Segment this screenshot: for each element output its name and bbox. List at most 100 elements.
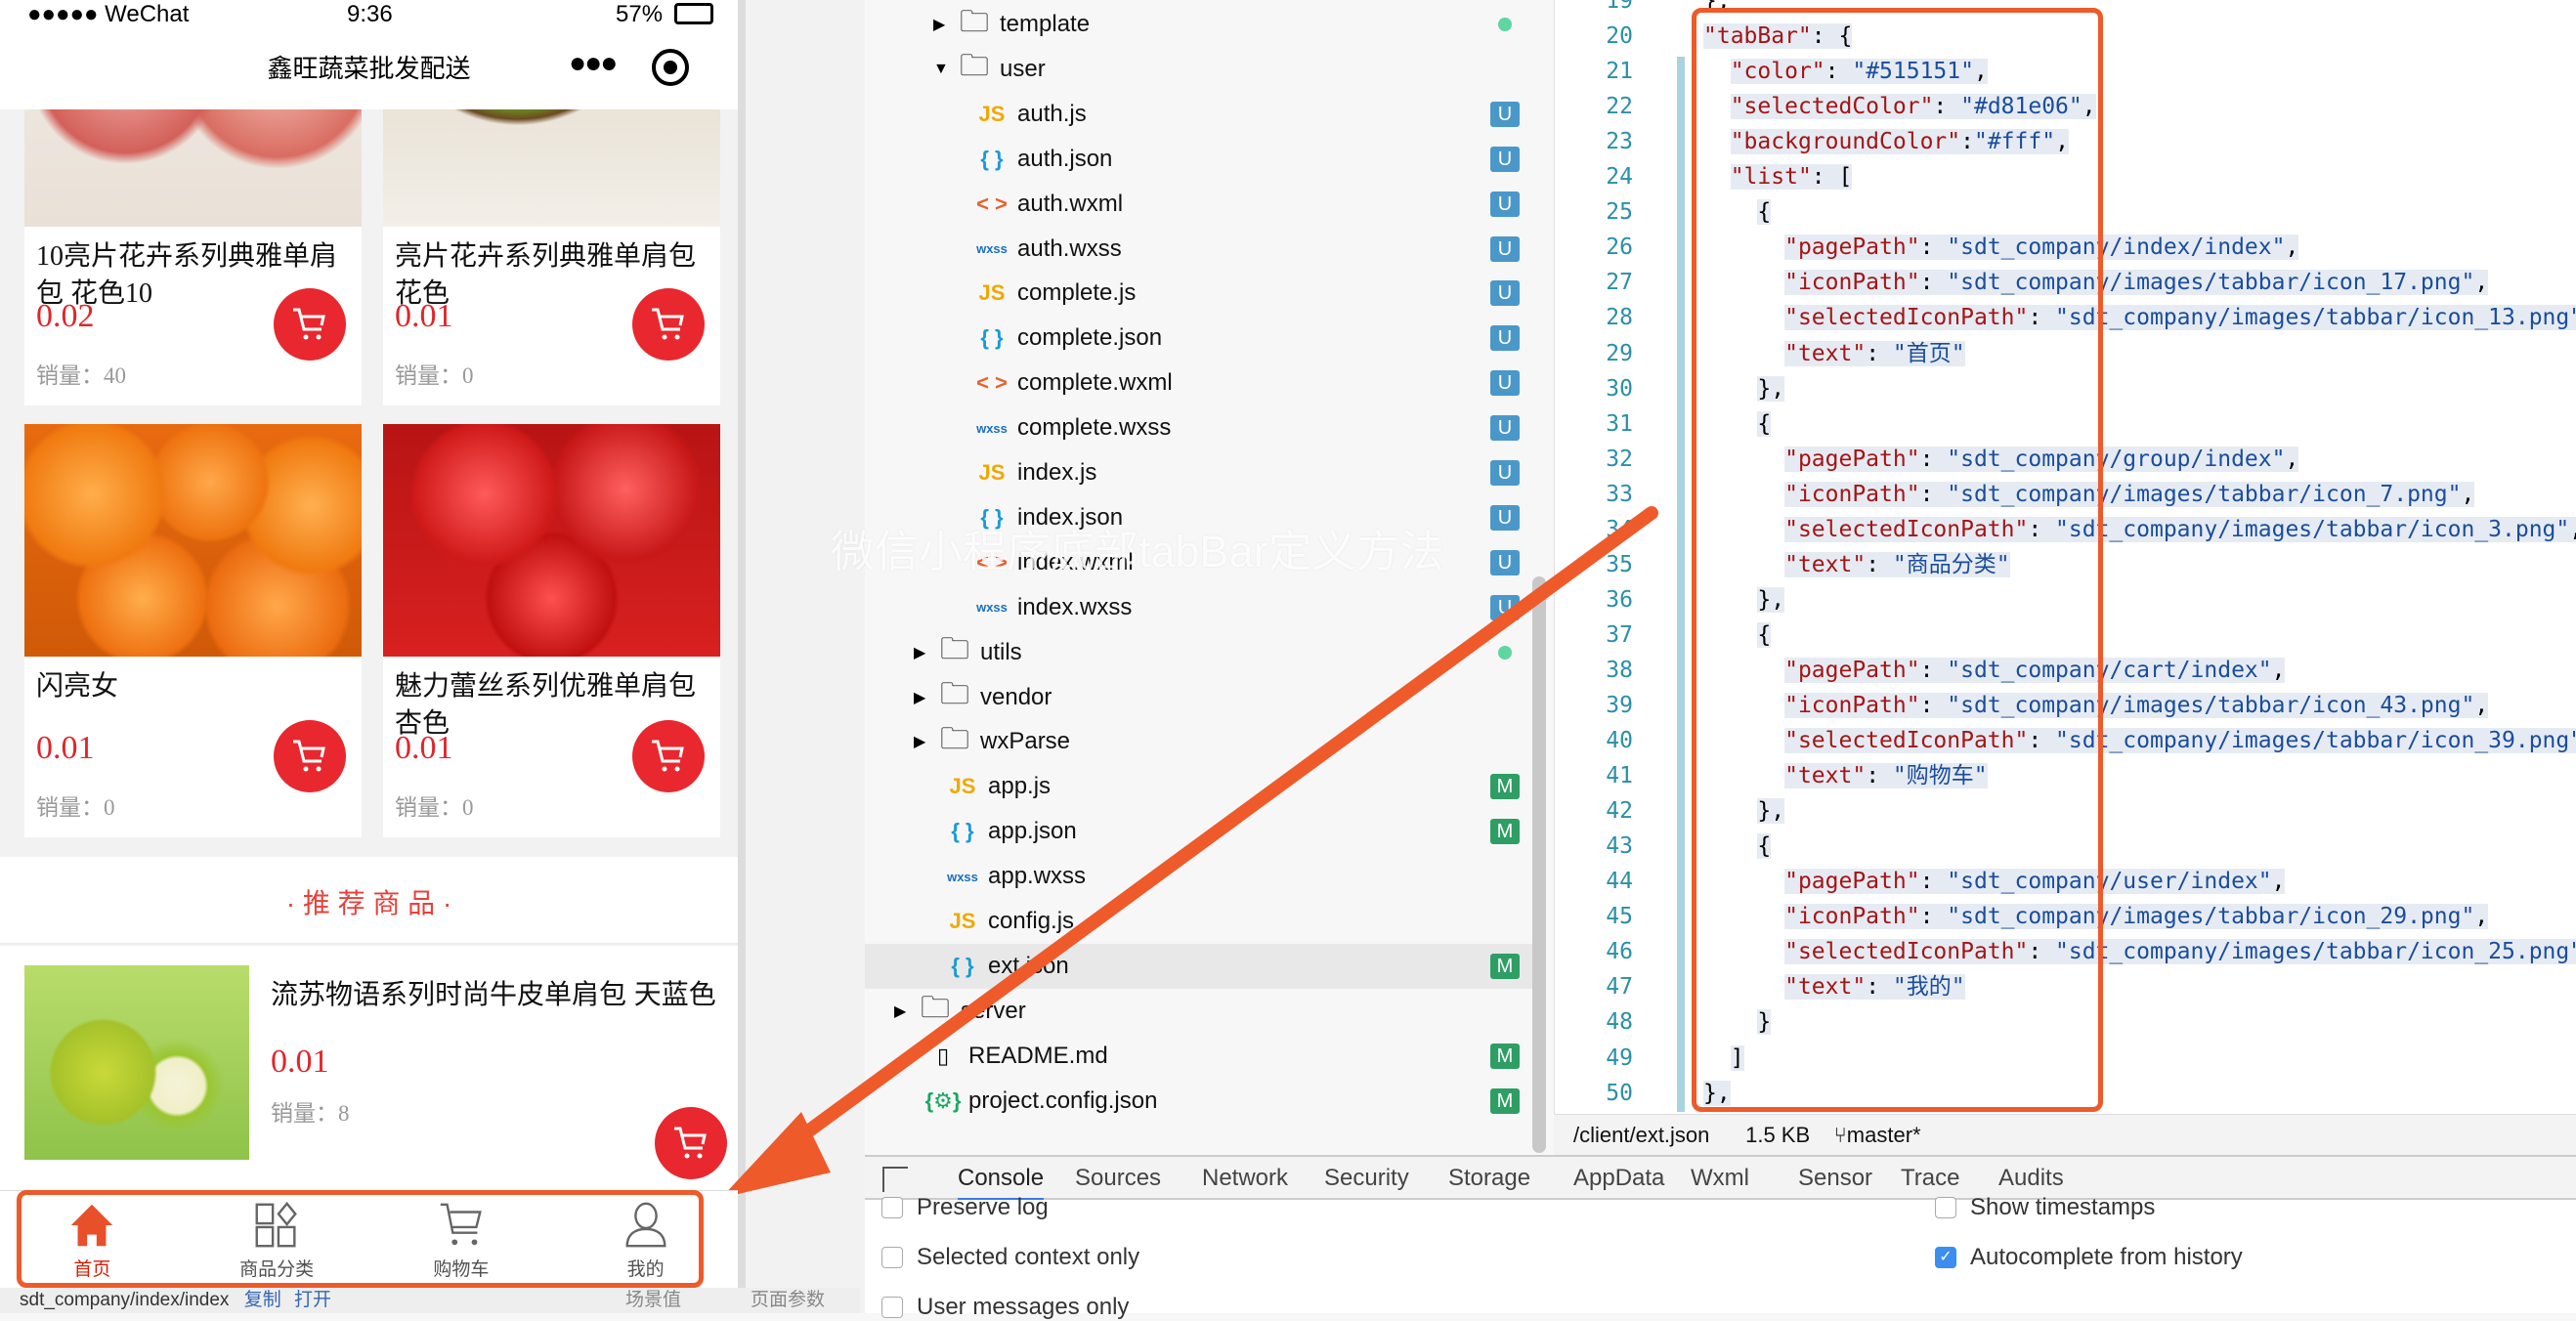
- code-text: },: [1703, 1080, 1731, 1106]
- git-branch[interactable]: master*: [1847, 1123, 1921, 1147]
- devtools-tab-sources[interactable]: Sources: [1075, 1165, 1161, 1192]
- devtools-tab-trace[interactable]: Trace: [1901, 1165, 1959, 1192]
- tree-item[interactable]: wxss index.wxss U: [865, 585, 1539, 630]
- tree-item[interactable]: ▶ 🗀 vendor: [865, 675, 1539, 720]
- capsule-target-icon[interactable]: [652, 49, 689, 86]
- devtools-tab-audits[interactable]: Audits: [1998, 1165, 2064, 1192]
- tree-item[interactable]: { } complete.json U: [865, 316, 1539, 361]
- open-link[interactable]: 打开: [294, 1290, 331, 1310]
- page-path-bar: sdt_company/index/index 复制 打开 场景值 页面参数: [0, 1288, 860, 1313]
- tree-item[interactable]: wxss app.wxss: [865, 854, 1539, 899]
- console-option[interactable]: ✓ Autocomplete from history: [1935, 1244, 2243, 1271]
- code-text: },: [1757, 375, 1785, 402]
- add-to-cart-button[interactable]: [632, 288, 705, 361]
- tree-item[interactable]: ▶ 🗀 server: [865, 989, 1539, 1034]
- tab-user[interactable]: 我的: [553, 1191, 738, 1288]
- tree-item[interactable]: JS complete.js U: [865, 271, 1539, 316]
- product-card[interactable]: 魅力蕾丝系列优雅单肩包杏色 0.01 销量：0: [383, 424, 720, 837]
- tree-item[interactable]: ▶ 🗀 template: [865, 2, 1539, 47]
- console-option[interactable]: Preserve log: [881, 1194, 1049, 1221]
- caret-right-icon[interactable]: ▶: [914, 688, 925, 707]
- file-tree-scrollbar[interactable]: [1532, 576, 1546, 1153]
- devtools-tab-wxml[interactable]: Wxml: [1691, 1165, 1749, 1192]
- product-image-strawberries: [383, 424, 720, 657]
- line-number: 20: [1606, 23, 1633, 50]
- code-text: "text": "购物车": [1784, 763, 1988, 789]
- checkbox[interactable]: [881, 1247, 903, 1268]
- console-option[interactable]: Selected context only: [881, 1244, 1139, 1271]
- tree-item[interactable]: {⚙} project.config.json M: [865, 1079, 1539, 1124]
- json-file-icon: { }: [951, 819, 974, 844]
- line-number: 37: [1606, 621, 1633, 648]
- tree-item[interactable]: JS app.js M: [865, 764, 1539, 809]
- tab-home[interactable]: 首页: [0, 1191, 185, 1288]
- code-line: 22 "selectedColor": "#d81e06",: [1555, 89, 2576, 124]
- add-to-cart-button[interactable]: [632, 720, 705, 792]
- file-name: ext.json: [988, 952, 1069, 979]
- page-params-button[interactable]: 页面参数: [751, 1288, 825, 1313]
- js-file-icon: JS: [978, 460, 1006, 485]
- code-text: "color": "#515151",: [1730, 59, 1988, 85]
- tree-item[interactable]: { } ext.json M: [865, 943, 1539, 989]
- checkbox[interactable]: ✓: [1935, 1247, 1956, 1268]
- tree-item[interactable]: < > index.wxml U: [865, 540, 1539, 585]
- caret-right-icon[interactable]: ▶: [933, 15, 945, 34]
- checkbox[interactable]: [881, 1297, 903, 1318]
- git-status-badge: U: [1490, 415, 1520, 442]
- console-option[interactable]: Show timestamps: [1935, 1194, 2155, 1221]
- tab-category[interactable]: 商品分类: [185, 1191, 369, 1288]
- add-to-cart-button[interactable]: [274, 288, 346, 361]
- tree-item[interactable]: ▼ 🗀 user: [865, 47, 1539, 92]
- tree-item[interactable]: < > complete.wxml U: [865, 361, 1539, 405]
- panel-divider[interactable]: [738, 0, 865, 1313]
- tab-label: 首页: [73, 1259, 111, 1280]
- file-name: app.json: [988, 818, 1077, 845]
- caret-right-icon[interactable]: ▶: [914, 732, 925, 751]
- caret-right-icon[interactable]: ▶: [914, 643, 925, 662]
- tree-item[interactable]: wxss complete.wxss U: [865, 405, 1539, 450]
- tree-item[interactable]: ▶ 🗀 utils: [865, 630, 1539, 675]
- inspect-element-icon[interactable]: [882, 1167, 908, 1192]
- tree-item[interactable]: < > auth.wxml U: [865, 182, 1539, 227]
- caret-right-icon[interactable]: ▶: [894, 1001, 906, 1021]
- code-text: "pagePath": "sdt_company/group/index",: [1784, 446, 2299, 472]
- tree-item[interactable]: JS auth.js U: [865, 92, 1539, 137]
- add-to-cart-button[interactable]: [274, 720, 346, 792]
- recommend-item[interactable]: 流苏物语系列时尚牛皮单肩包 天蓝色 0.01 销量：8: [0, 946, 738, 1190]
- console-option[interactable]: User messages only: [881, 1294, 1129, 1321]
- tree-item[interactable]: { } auth.json U: [865, 137, 1539, 182]
- folder-icon: 🗀: [960, 5, 989, 38]
- tree-item[interactable]: { } index.json U: [865, 495, 1539, 540]
- tree-item[interactable]: JS index.js U: [865, 450, 1539, 495]
- line-number: 33: [1606, 481, 1633, 507]
- code-editor[interactable]: 19}, 20 "tabBar": {21 "color": "#515151", 2…: [1554, 0, 2576, 1114]
- devtools-tab-security[interactable]: Security: [1324, 1165, 1409, 1192]
- checkbox[interactable]: [1935, 1197, 1956, 1218]
- devtools-tab-sensor[interactable]: Sensor: [1798, 1165, 1872, 1192]
- user-icon: [625, 1202, 666, 1248]
- section-header: · 推 荐 商 品 ·: [0, 857, 738, 945]
- tree-item[interactable]: ▶ 🗀 wxParse: [865, 719, 1539, 764]
- checkbox[interactable]: [881, 1197, 903, 1218]
- tree-item[interactable]: ▯ README.md M: [865, 1034, 1539, 1079]
- more-dots-icon[interactable]: ●●●: [569, 47, 618, 80]
- file-size: 1.5 KB: [1745, 1123, 1811, 1147]
- caret-down-icon[interactable]: ▼: [933, 61, 949, 78]
- tree-item[interactable]: wxss auth.wxss U: [865, 227, 1539, 272]
- copy-link[interactable]: 复制: [244, 1290, 281, 1310]
- tree-item[interactable]: { } app.json M: [865, 809, 1539, 854]
- code-text: "iconPath": "sdt_company/images/tabbar/i…: [1784, 693, 2489, 718]
- code-text: },: [1757, 586, 1785, 613]
- js-file-icon: JS: [949, 774, 976, 799]
- product-image-pears: [24, 965, 249, 1160]
- scene-value-button[interactable]: 场景值: [625, 1288, 681, 1313]
- tab-cart[interactable]: 购物车: [369, 1191, 554, 1288]
- add-to-cart-button[interactable]: [655, 1107, 727, 1179]
- code-line: 21 "color": "#515151",: [1555, 54, 2576, 89]
- devtools-tab-storage[interactable]: Storage: [1448, 1165, 1530, 1192]
- tree-item[interactable]: JS config.js: [865, 899, 1539, 944]
- product-card[interactable]: 闪亮女 0.01 销量：0: [24, 424, 362, 837]
- devtools-tab-appdata[interactable]: AppData: [1573, 1165, 1664, 1192]
- code-text: "selectedIconPath": "sdt_company/images/…: [1703, 300, 2576, 335]
- devtools-tab-network[interactable]: Network: [1202, 1165, 1288, 1192]
